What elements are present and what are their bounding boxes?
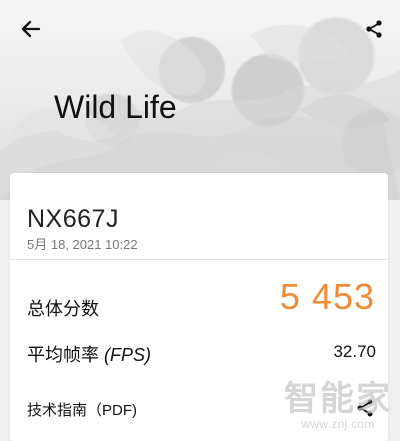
average-fps-value: 32.70 [333, 342, 376, 361]
result-card: NX667J 5月 18, 2021 10:22 总体分数 5 453 平均帧率… [10, 173, 388, 441]
average-fps-label: 平均帧率 (FPS) [27, 341, 151, 367]
technical-guide-link[interactable]: 技术指南（PDF) [27, 399, 137, 420]
average-fps-label-prefix: 平均帧率 [27, 345, 105, 365]
overall-score-label: 总体分数 [27, 299, 99, 319]
back-arrow-icon[interactable] [17, 15, 45, 43]
benchmark-result-screen: Wild Life NX667J 5月 18, 2021 10:22 总体分数 … [0, 0, 400, 441]
share-icon[interactable] [353, 396, 377, 420]
result-date-time: 5月 18, 2021 10:22 [27, 237, 138, 252]
card-divider [10, 259, 388, 260]
share-icon[interactable] [360, 15, 388, 43]
hero-background: Wild Life [0, 0, 400, 200]
page-title: Wild Life [54, 89, 177, 125]
device-name: NX667J [27, 205, 119, 233]
average-fps-label-suffix: (FPS) [104, 345, 152, 365]
overall-score-value: 5 453 [279, 276, 375, 317]
